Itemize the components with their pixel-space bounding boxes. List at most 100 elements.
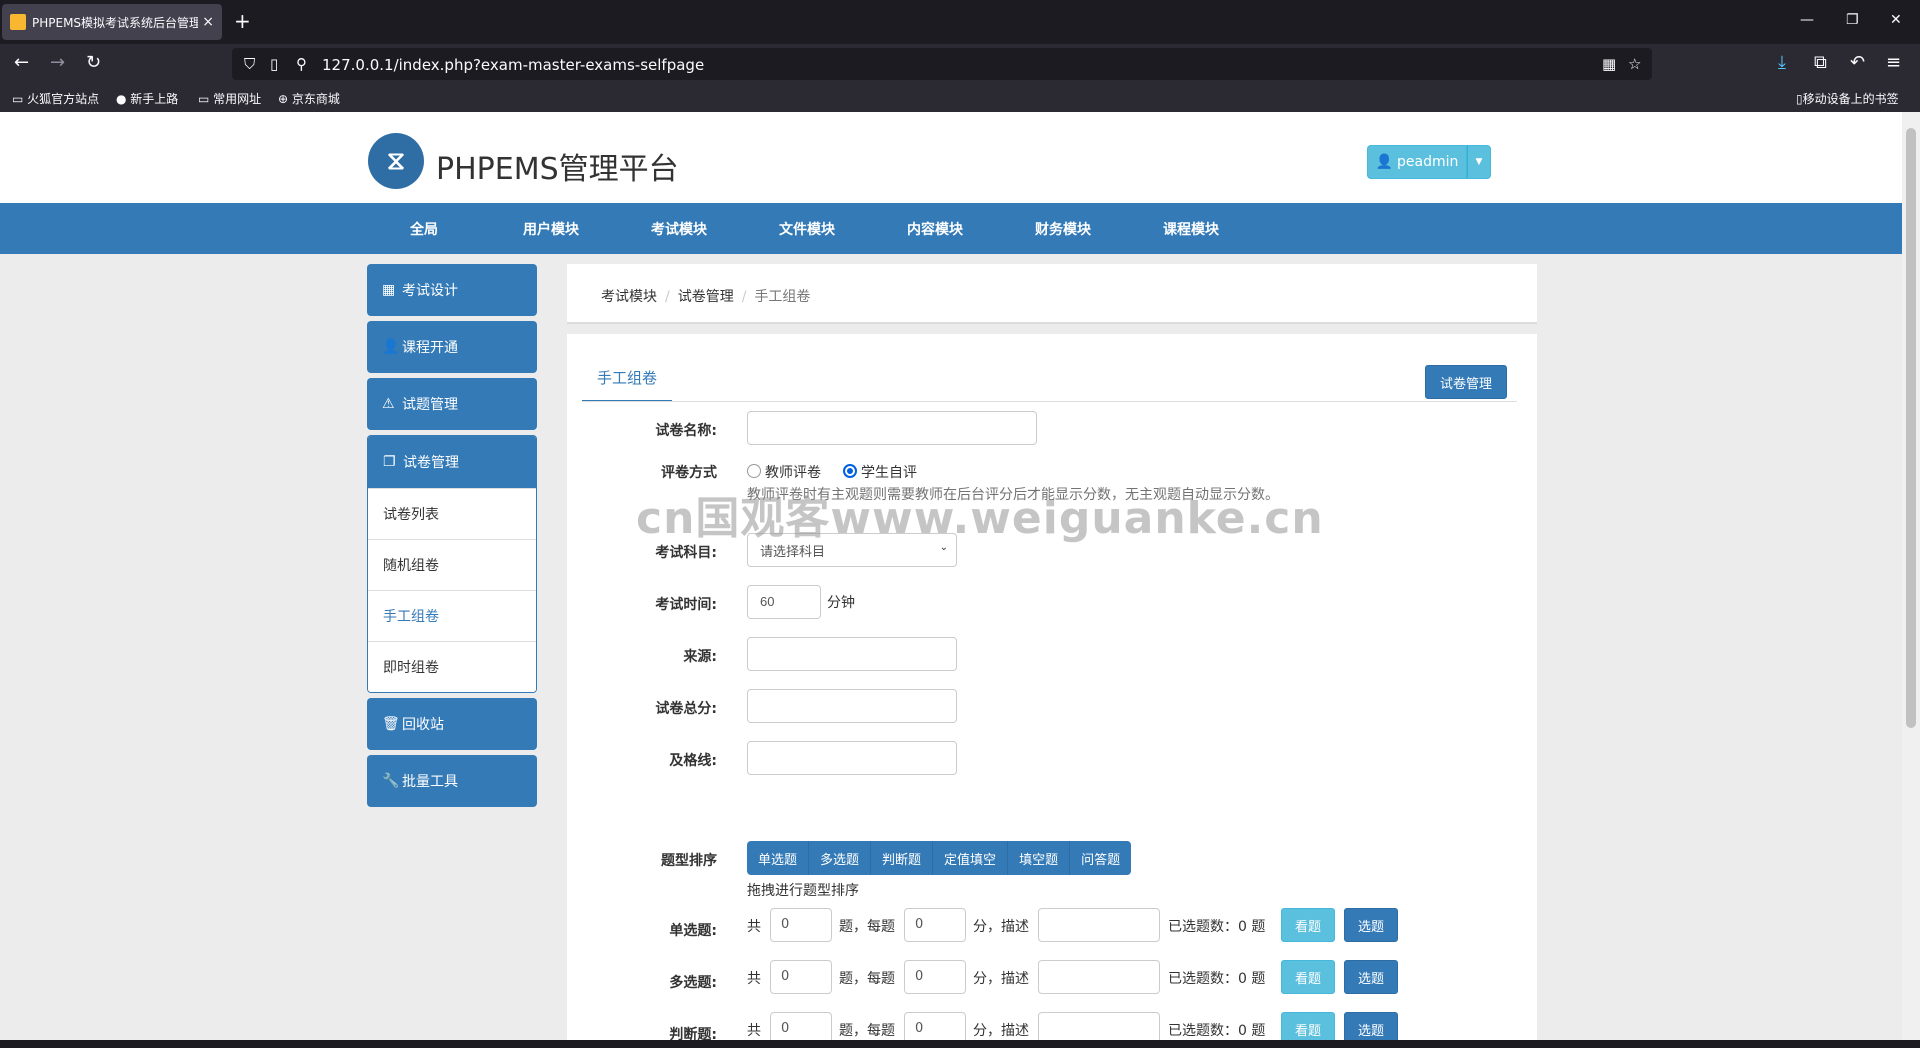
sidebar-item-questions[interactable]: ⚠ 试题管理 [367, 378, 537, 430]
bookmark-item[interactable]: ▭ 火狐官方站点 [12, 90, 99, 107]
pass-line-input[interactable] [747, 741, 957, 775]
nav-item-file[interactable]: 文件模块 [779, 219, 835, 239]
sidebar-sub-manual[interactable]: 手工组卷 [368, 590, 536, 641]
source-input[interactable] [747, 637, 957, 671]
reload-icon[interactable]: ↻ [86, 52, 101, 73]
pick-questions-button[interactable]: 选题 [1344, 960, 1398, 994]
favicon-icon [10, 14, 26, 30]
qr-code-icon[interactable]: ▦ [1602, 55, 1616, 73]
single-score-input[interactable]: 0 [904, 908, 966, 942]
page-icon[interactable]: ▯ [270, 55, 278, 73]
url-text[interactable]: 127.0.0.1/index.php?exam-master-exams-se… [322, 56, 704, 74]
nav-item-user[interactable]: 用户模块 [523, 219, 579, 239]
maximize-icon[interactable]: ❐ [1846, 12, 1859, 28]
nav-item-global[interactable]: 全局 [410, 219, 438, 239]
view-questions-button[interactable]: 看题 [1281, 1012, 1335, 1040]
bookmark-item[interactable]: ⊕ 京东商城 [278, 90, 340, 107]
multiple-desc-input[interactable] [1038, 960, 1160, 994]
breadcrumb-item[interactable]: 试卷管理 [678, 289, 734, 305]
sidebar-item-batch[interactable]: 🔧 批量工具 [367, 755, 537, 807]
brand-title: PHPEMS管理平台 [436, 152, 679, 187]
grading-teacher-text: 教师评卷 [765, 465, 821, 481]
single-desc-input[interactable] [1038, 908, 1160, 942]
shield-icon[interactable]: ⛉ [244, 55, 255, 73]
sidebar-item-papers[interactable]: ❐ 试卷管理 [368, 436, 536, 488]
single-count-input[interactable]: 0 [770, 908, 832, 942]
permissions-icon[interactable]: ⚲ [296, 55, 307, 73]
flask-icon: ⚠ [382, 396, 395, 412]
judge-desc-input[interactable] [1038, 1012, 1160, 1040]
sidebar-item-exam-design[interactable]: ▦ 考试设计 [367, 264, 537, 316]
tab-divider [582, 401, 1517, 402]
source-label: 来源: [683, 649, 717, 665]
selected-count-text: 已选题数：0 题 [1168, 1023, 1266, 1039]
sidebar: ▦ 考试设计 👤 课程开通 ⚠ 试题管理 ❐ 试卷管理 试卷列表 随机组卷 手工组卷 即… [367, 264, 537, 812]
new-tab-button[interactable]: + [234, 10, 251, 32]
type-essay[interactable]: 问答题 [1070, 841, 1131, 875]
download-icon[interactable]: ⤓ [1778, 52, 1786, 73]
view-questions-button[interactable]: 看题 [1281, 908, 1335, 942]
pick-questions-button[interactable]: 选题 [1344, 1012, 1398, 1040]
selected-count-text: 已选题数：0 题 [1168, 919, 1266, 935]
url-bar[interactable]: ⛉ ▯ ⚲ 127.0.0.1/index.php?exam-master-ex… [232, 48, 1652, 80]
type-judge[interactable]: 判断题 [871, 841, 934, 875]
browser-tabbar: PHPEMS模拟考试系统后台管理 × + — ❐ ✕ [0, 0, 1920, 44]
minimize-icon[interactable]: — [1800, 12, 1814, 28]
sidebar-sub-paper-list[interactable]: 试卷列表 [368, 488, 536, 539]
mobile-bookmarks[interactable]: ▯移动设备上的书签 [1796, 90, 1899, 107]
judge-count-input[interactable]: 0 [770, 1012, 832, 1040]
pass-line-label: 及格线: [669, 753, 717, 769]
grading-label: 评卷方式 [661, 465, 717, 481]
sidebar-item-course-open[interactable]: 👤 课程开通 [367, 321, 537, 373]
bookmarks-bar: ▭ 火狐官方站点 ● 新手上路 ▭ 常用网址 ⊕ 京东商城 ▯移动设备上的书签 [0, 84, 1920, 112]
nav-item-content[interactable]: 内容模块 [907, 219, 963, 239]
multiple-score-input[interactable]: 0 [904, 960, 966, 994]
sidebar-item-recycle[interactable]: 🗑 回收站 [367, 698, 537, 750]
caret-down-icon[interactable]: ▼ [1467, 145, 1491, 179]
user-button[interactable]: 👤 peadmin [1367, 145, 1467, 179]
web-page: ⧖ PHPEMS管理平台 👤 peadmin ▼ 全局 用户模块 考试模块 文件模… [0, 112, 1902, 1040]
bookmark-item[interactable]: ▭ 常用网址 [198, 90, 261, 107]
undo-icon[interactable]: ↶ [1850, 52, 1865, 73]
breadcrumb-item[interactable]: 考试模块 [601, 289, 657, 305]
type-single[interactable]: 单选题 [747, 841, 810, 875]
site-header: ⧖ PHPEMS管理平台 👤 peadmin ▼ [0, 112, 1902, 203]
screenshot-icon[interactable]: ⧉ [1814, 52, 1827, 73]
sidebar-sub-random[interactable]: 随机组卷 [368, 539, 536, 590]
nav-item-course[interactable]: 课程模块 [1163, 219, 1219, 239]
grading-student-radio[interactable] [843, 464, 857, 478]
forward-icon[interactable]: → [50, 52, 65, 73]
total-score-input[interactable] [747, 689, 957, 723]
paper-name-input[interactable] [747, 411, 1037, 445]
tab-close-icon[interactable]: × [202, 14, 214, 30]
tab-manual-paper[interactable]: 手工组卷 [582, 354, 672, 402]
bookmark-item[interactable]: ● 新手上路 [116, 90, 178, 107]
user-icon: 👤 [1375, 154, 1394, 170]
judge-label: 判断题: [669, 1027, 717, 1040]
pick-questions-button[interactable]: 选题 [1344, 908, 1398, 942]
page-scrollbar[interactable] [1902, 112, 1920, 1040]
watermark: cn国观客www.weiguanke.cn [636, 493, 1324, 544]
scrollbar-thumb[interactable] [1906, 128, 1916, 728]
type-fixed-fill[interactable]: 定值填空 [933, 841, 1009, 875]
bookmark-star-icon[interactable]: ☆ [1628, 55, 1641, 73]
total-text: 共 [747, 971, 761, 987]
time-input[interactable]: 60 [747, 585, 821, 619]
close-window-icon[interactable]: ✕ [1890, 12, 1902, 28]
user-dropdown[interactable]: 👤 peadmin ▼ [1367, 145, 1491, 179]
main-nav: 全局 用户模块 考试模块 文件模块 内容模块 财务模块 课程模块 [0, 203, 1902, 254]
view-questions-button[interactable]: 看题 [1281, 960, 1335, 994]
multiple-count-input[interactable]: 0 [770, 960, 832, 994]
grading-teacher-radio[interactable] [747, 464, 761, 478]
back-icon[interactable]: ← [14, 52, 29, 73]
nav-item-exam[interactable]: 考试模块 [651, 219, 707, 239]
type-multiple[interactable]: 多选题 [809, 841, 872, 875]
sidebar-sub-instant[interactable]: 即时组卷 [368, 641, 536, 692]
sidebar-group-papers: ❐ 试卷管理 试卷列表 随机组卷 手工组卷 即时组卷 [367, 435, 537, 693]
nav-item-finance[interactable]: 财务模块 [1035, 219, 1091, 239]
paper-manage-button[interactable]: 试卷管理 [1425, 365, 1507, 399]
judge-score-input[interactable]: 0 [904, 1012, 966, 1040]
browser-tab[interactable]: PHPEMS模拟考试系统后台管理 × [2, 4, 222, 40]
menu-icon[interactable]: ≡ [1886, 52, 1901, 73]
type-fill[interactable]: 填空题 [1008, 841, 1071, 875]
